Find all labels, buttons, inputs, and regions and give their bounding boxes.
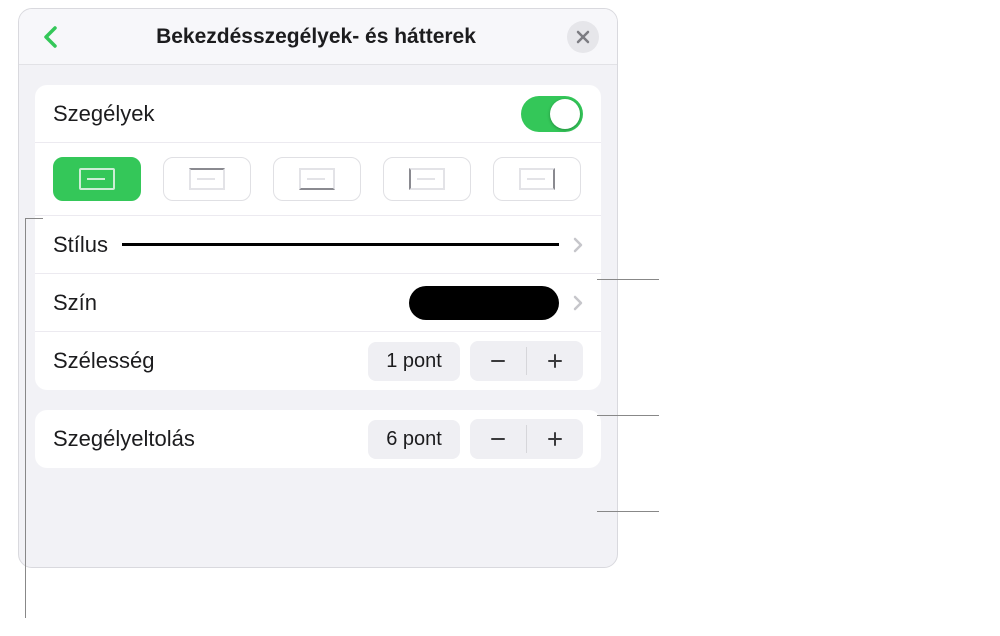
minus-icon — [489, 430, 507, 448]
callout-line — [597, 415, 659, 416]
border-side-picker — [35, 143, 601, 216]
style-row[interactable]: Stílus — [35, 216, 601, 274]
width-value: 1 pont — [368, 342, 460, 381]
borders-card: Szegélyek — [35, 85, 601, 390]
callout-line — [597, 511, 659, 512]
width-stepper — [470, 341, 583, 381]
border-right-tile[interactable] — [493, 157, 581, 201]
offset-label: Szegélyeltolás — [53, 426, 195, 452]
offset-increment-button[interactable] — [527, 419, 583, 459]
panel-title: Bekezdésszegélyek- és hátterek — [65, 25, 567, 49]
style-label: Stílus — [53, 232, 108, 258]
borders-label: Szegélyek — [53, 101, 155, 127]
style-preview-line — [122, 243, 559, 246]
width-decrement-button[interactable] — [470, 341, 526, 381]
width-increment-button[interactable] — [527, 341, 583, 381]
color-swatch — [409, 286, 559, 320]
back-button[interactable] — [37, 23, 65, 51]
offset-stepper — [470, 419, 583, 459]
borders-backgrounds-panel: Bekezdésszegélyek- és hátterek Szegélyek — [18, 8, 618, 568]
callout-line — [597, 279, 659, 280]
offset-decrement-button[interactable] — [470, 419, 526, 459]
close-icon — [576, 30, 590, 44]
panel-header: Bekezdésszegélyek- és hátterek — [19, 9, 617, 65]
callout-line — [25, 218, 43, 219]
chevron-right-icon — [573, 237, 583, 253]
borders-switch[interactable] — [521, 96, 583, 132]
plus-icon — [546, 352, 564, 370]
plus-icon — [546, 430, 564, 448]
minus-icon — [489, 352, 507, 370]
border-bottom-tile[interactable] — [273, 157, 361, 201]
color-label: Szín — [53, 290, 97, 316]
width-label: Szélesség — [53, 348, 155, 374]
border-all-tile[interactable] — [53, 157, 141, 201]
close-button[interactable] — [567, 21, 599, 53]
callout-line — [25, 218, 26, 618]
switch-knob — [550, 99, 580, 129]
chevron-right-icon — [573, 295, 583, 311]
color-row[interactable]: Szín — [35, 274, 601, 332]
borders-toggle-row: Szegélyek — [35, 85, 601, 143]
offset-value: 6 pont — [368, 420, 460, 459]
offset-card: Szegélyeltolás 6 pont — [35, 410, 601, 468]
border-top-tile[interactable] — [163, 157, 251, 201]
width-row: Szélesség 1 pont — [35, 332, 601, 390]
chevron-left-icon — [42, 25, 60, 49]
offset-row: Szegélyeltolás 6 pont — [35, 410, 601, 468]
border-left-tile[interactable] — [383, 157, 471, 201]
